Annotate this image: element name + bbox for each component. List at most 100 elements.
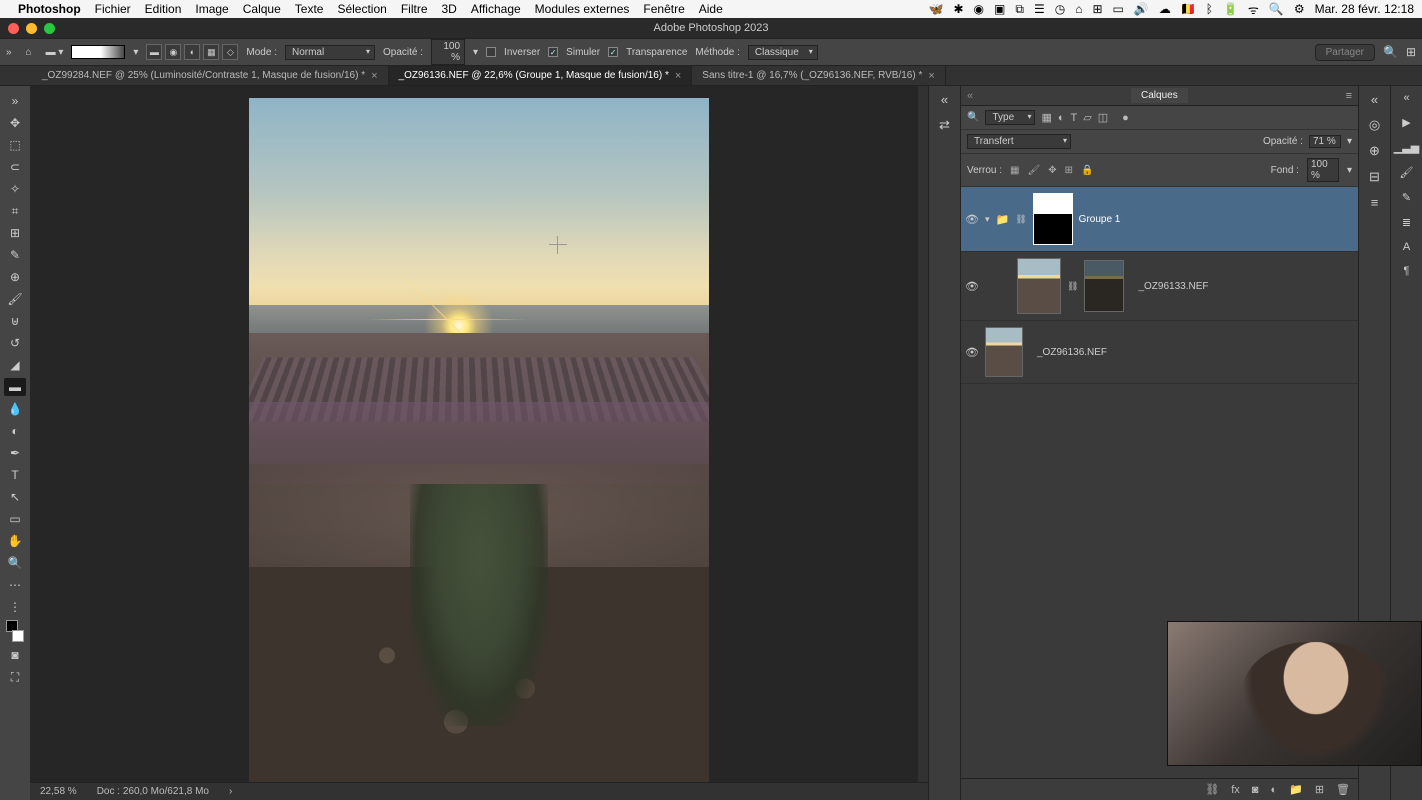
brushes-icon[interactable]: ✎ <box>1402 191 1411 204</box>
menubar-bluetooth-icon[interactable]: ᛒ <box>1206 2 1213 16</box>
color-swatches[interactable] <box>4 620 26 642</box>
actions-play-icon[interactable]: ▶ <box>1402 116 1410 129</box>
gradient-preview[interactable] <box>71 45 125 59</box>
tab-2[interactable]: Sans titre-1 @ 16,7% (_OZ96136.NEF, RVB/… <box>692 66 946 85</box>
menubar-volume-icon[interactable]: 🔊 <box>1134 2 1149 16</box>
collapse-icon[interactable]: « <box>967 90 973 102</box>
layer-name[interactable]: Groupe 1 <box>1079 214 1121 225</box>
gradient-radial-button[interactable]: ◉ <box>165 44 181 60</box>
simuler-checkbox[interactable] <box>548 47 558 57</box>
layer-mask-thumb[interactable] <box>1084 260 1124 312</box>
tab-0-close-icon[interactable]: × <box>371 70 377 82</box>
menubar-module-icon[interactable]: ⊞ <box>1092 2 1102 16</box>
lock-pixels-icon[interactable]: 🖌 <box>1027 165 1040 176</box>
gradient-diamond-button[interactable]: ◇ <box>222 44 238 60</box>
methode-select[interactable]: Classique <box>748 45 818 60</box>
menu-selection[interactable]: Sélection <box>337 2 386 16</box>
delete-layer-icon[interactable]: 🗑 <box>1336 783 1350 796</box>
menubar-battery-icon[interactable]: 🔋 <box>1223 2 1238 16</box>
eraser-tool[interactable]: ◢ <box>4 356 26 374</box>
menubar-window-icon[interactable]: ▭ <box>1113 2 1124 16</box>
menubar-flag-icon[interactable]: 🇧🇪 <box>1181 2 1196 16</box>
link-icon[interactable]: ⛓ <box>1067 281 1078 292</box>
layer-blend-select[interactable]: Transfert <box>967 134 1071 149</box>
libraries-icon[interactable]: ◎ <box>1369 117 1380 133</box>
lock-transparency-icon[interactable]: ▦ <box>1010 165 1019 176</box>
ruler-icon[interactable]: ⊟ <box>1369 169 1380 185</box>
status-arrow-icon[interactable]: › <box>229 786 232 797</box>
menu-fenetre[interactable]: Fenêtre <box>643 2 684 16</box>
layers-tab[interactable]: Calques <box>1131 88 1188 103</box>
menubar-search-icon[interactable]: 🔍 <box>1269 2 1284 16</box>
menubar-tool-icon[interactable]: ⌂ <box>1075 2 1082 16</box>
menubar-display-icon[interactable]: ▣ <box>994 2 1005 16</box>
tool-preset-button[interactable]: ▬ ▾ <box>46 47 64 58</box>
lock-artboard-icon[interactable]: ⊞ <box>1065 165 1073 176</box>
menu-texte[interactable]: Texte <box>295 2 324 16</box>
brush-settings-icon[interactable]: 🖌 <box>1400 166 1414 179</box>
quickmask-tool[interactable]: ◙ <box>4 646 26 664</box>
gradient-tool[interactable]: ▬ <box>4 378 26 396</box>
hand-tool[interactable]: ✋ <box>4 532 26 550</box>
workspace-icon[interactable]: ⊞ <box>1406 45 1416 59</box>
shape-tool[interactable]: ▭ <box>4 510 26 528</box>
heal-tool[interactable]: ⊕ <box>4 268 26 286</box>
filter-pixel-icon[interactable]: ▦ <box>1041 111 1051 124</box>
vertical-scrollbar[interactable] <box>918 86 928 782</box>
layer-name[interactable]: _OZ96133.NEF <box>1138 281 1208 292</box>
share-button[interactable]: Partager <box>1315 44 1375 61</box>
more-tools-icon[interactable]: ⋯ <box>4 576 26 594</box>
frame-tool[interactable]: ⊞ <box>4 224 26 242</box>
filter-type-icon[interactable]: T <box>1071 112 1078 124</box>
lock-position-icon[interactable]: ✥ <box>1048 165 1056 176</box>
menubar-list-icon[interactable]: ☰ <box>1034 2 1045 16</box>
blur-tool[interactable]: 💧 <box>4 400 26 418</box>
link-layers-icon[interactable]: ⛓ <box>1205 783 1219 796</box>
edit-toolbar-icon[interactable]: ⋮ <box>4 598 26 616</box>
marquee-tool[interactable]: ⬚ <box>4 136 26 154</box>
filter-shape-icon[interactable]: ▱ <box>1083 111 1091 124</box>
menubar-wifi-icon[interactable]: ᯤ <box>1248 1 1259 18</box>
menu-modules[interactable]: Modules externes <box>535 2 630 16</box>
menu-aide[interactable]: Aide <box>699 2 723 16</box>
adjustment-icon[interactable]: ◐ <box>1270 784 1277 796</box>
menu-affichage[interactable]: Affichage <box>471 2 521 16</box>
expand-icon[interactable]: » <box>6 47 12 58</box>
minimize-window-button[interactable] <box>26 23 37 34</box>
layer-row[interactable]: 👁 _OZ96136.NEF <box>961 321 1358 384</box>
layers-alt-icon[interactable]: ≡ <box>1371 195 1379 210</box>
move-tool[interactable]: ✥ <box>4 114 26 132</box>
menubar-screen-icon[interactable]: ⧉ <box>1015 2 1024 17</box>
filter-type-select[interactable]: Type <box>985 110 1035 125</box>
layer-thumb[interactable] <box>1017 258 1061 314</box>
menubar-control-icon[interactable]: ⚙ <box>1294 2 1305 16</box>
expand-col2-icon[interactable]: « <box>1371 92 1378 107</box>
clone-source-icon[interactable]: ≣ <box>1402 216 1411 229</box>
menubar-app-icon[interactable]: 🦋 <box>929 2 944 16</box>
layer-row-group[interactable]: 👁 ▾ 📁 ⛓ Groupe 1 <box>961 187 1358 252</box>
visibility-toggle-icon[interactable]: 👁 <box>965 213 979 226</box>
canvas-area[interactable]: 22,58 % Doc : 260,0 Mo/621,8 Mo › <box>30 86 928 800</box>
gradient-reflected-button[interactable]: ▦ <box>203 44 219 60</box>
zoom-level[interactable]: 22,58 % <box>40 786 77 797</box>
menubar-cloud-icon[interactable]: ☁ <box>1159 2 1171 16</box>
menu-calque[interactable]: Calque <box>243 2 281 16</box>
tab-2-close-icon[interactable]: × <box>928 70 934 82</box>
lock-all-icon[interactable]: 🔒 <box>1081 165 1093 176</box>
close-window-button[interactable] <box>8 23 19 34</box>
character-icon[interactable]: A <box>1403 241 1410 253</box>
search-icon[interactable]: 🔍 <box>1383 45 1398 59</box>
home-button[interactable]: ⌂ <box>20 47 38 58</box>
tab-0[interactable]: _OZ99284.NEF @ 25% (Luminosité/Contraste… <box>32 66 389 85</box>
menubar-clock-icon[interactable]: ◷ <box>1055 2 1065 16</box>
zoom-tool[interactable]: 🔍 <box>4 554 26 572</box>
menubar-indicator-icon[interactable]: ✱ <box>953 2 963 16</box>
screenmode-tool[interactable]: ⛶ <box>4 668 26 686</box>
eyedropper-tool[interactable]: ✎ <box>4 246 26 264</box>
stamp-tool[interactable]: ⊎ <box>4 312 26 330</box>
filter-search-icon[interactable]: 🔍 <box>967 112 979 123</box>
layer-opacity-field[interactable]: 71 % <box>1309 135 1341 148</box>
filter-adjust-icon[interactable]: ◐ <box>1058 112 1065 124</box>
expand-col3-icon[interactable]: « <box>1403 92 1409 104</box>
brush-tool[interactable]: 🖌 <box>4 290 26 308</box>
